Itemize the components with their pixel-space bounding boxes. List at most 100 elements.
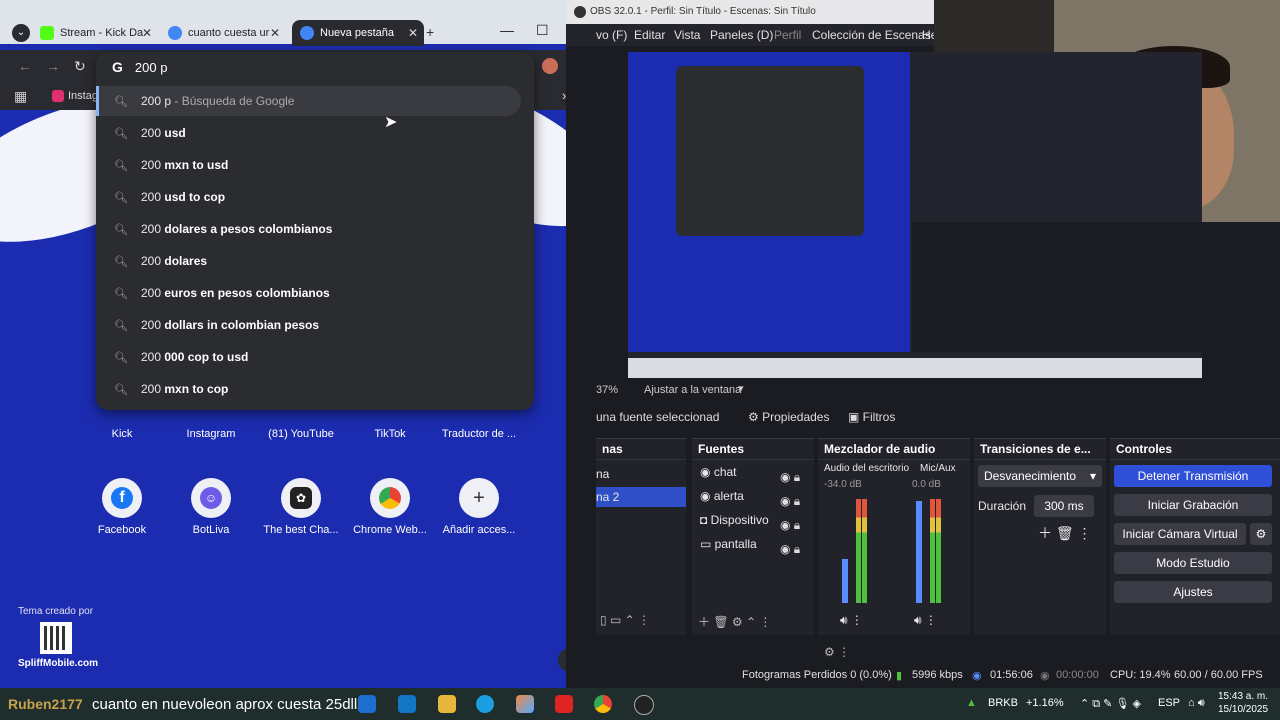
menu-view[interactable]: Vista <box>674 28 700 42</box>
chrome-icon[interactable] <box>594 695 612 713</box>
apps-grid-icon[interactable]: ▦ <box>14 88 27 105</box>
shortcut-label: BotLiva <box>192 524 230 536</box>
shortcut-add[interactable]: + Añadir acces... <box>434 478 524 536</box>
visibility-eye-icons[interactable]: ◉ 🔒︎ ◉ 🔒︎ ◉ 🔒︎ ◉ 🔒︎ <box>780 465 800 561</box>
shortcut-chrome-web-store[interactable]: Chrome Web... <box>345 478 435 536</box>
duration-value: 300 ms <box>1044 499 1084 513</box>
reload-icon[interactable]: ↻ <box>74 58 86 75</box>
clock-date[interactable]: 15/10/2025 <box>1218 704 1268 715</box>
mic-mute-icon[interactable]: 🔊︎ ⋮ <box>914 613 937 628</box>
tray-icons[interactable]: ⌃ ⧉ ✎ 🎙︎ ◈ <box>1080 697 1141 711</box>
fit-to-window[interactable]: Ajustar a la ventana <box>644 384 741 396</box>
tab-kick[interactable]: Stream - Kick Da ✕ <box>40 20 158 46</box>
app-icon[interactable] <box>358 695 376 713</box>
new-tab-plus-icon[interactable]: + <box>426 24 434 40</box>
suggestion-item[interactable]: 🔍︎ 200 mxn to usd <box>96 150 534 180</box>
network-volume-icons[interactable]: ⌂ 🔊︎ <box>1188 697 1205 710</box>
mic-volume-slider[interactable] <box>916 501 922 603</box>
duration-label: Duración <box>978 499 1027 513</box>
edge-icon[interactable] <box>476 695 494 713</box>
studio-mode-button[interactable]: Modo Estudio <box>1114 552 1272 574</box>
search-icon: 🔍︎ <box>114 287 128 300</box>
fps: 60.00 / 60.00 FPS <box>1174 669 1263 681</box>
obs-menubar: vo (F) Editar Vista Paneles (D) Perfil C… <box>566 24 937 46</box>
forward-icon[interactable]: → <box>46 58 60 74</box>
shortcut-chatgpt[interactable]: ✿ The best Cha... <box>256 478 346 536</box>
clock-time[interactable]: 15:43 a. m. <box>1218 691 1268 702</box>
suggestion-item[interactable]: 🔍︎ 200 dolares a pesos colombianos <box>96 214 534 244</box>
menu-profile[interactable]: Perfil <box>774 28 801 42</box>
suggestion-item[interactable]: 🔍︎ 200 p - Búsqueda de Google <box>96 86 521 116</box>
scene-toolbar-icons[interactable]: ▯ ▭ ⌃ ⋮ <box>600 613 650 627</box>
mixer-toolbar-icons[interactable]: ⚙ ⋮ <box>824 645 850 659</box>
mouse-cursor-icon: ➤ <box>384 114 398 131</box>
bookmark-instagram[interactable]: Instag <box>68 90 98 102</box>
controls-header: Controles <box>1110 439 1280 460</box>
obs-icon[interactable] <box>634 695 654 715</box>
suggestion-item[interactable]: 🔍︎ 200 euros en pesos colombianos <box>96 278 534 308</box>
properties-button[interactable]: ⚙ Propiedades <box>748 410 829 424</box>
suggestion-item[interactable]: 🔍︎ 200 usd <box>96 118 534 148</box>
duration-input[interactable]: 300 ms <box>1034 495 1094 517</box>
scene-item[interactable]: na <box>596 467 609 481</box>
source-item[interactable]: ◉ alerta <box>700 489 744 503</box>
tab-search-icon[interactable]: ⌄ <box>12 24 30 42</box>
menu-scene-collection[interactable]: Colección de Escenas <box>812 28 931 42</box>
virtual-camera-gear-icon[interactable]: ⚙ <box>1250 523 1272 545</box>
input-language[interactable]: ESP <box>1158 697 1180 709</box>
scene-item-selected[interactable]: na 2 <box>596 487 686 507</box>
tab-new-tab[interactable]: Nueva pestaña ✕ <box>292 20 424 46</box>
source-label: Dispositivo <box>710 513 769 527</box>
preview-obs <box>912 222 1202 352</box>
stock-ticker[interactable]: BRKB <box>988 697 1018 709</box>
menu-edit[interactable]: Editar <box>634 28 665 42</box>
shortcut-label: Añadir acces... <box>442 524 516 536</box>
filters-button[interactable]: ▣ Filtros <box>848 410 895 424</box>
desktop-volume-slider[interactable] <box>842 559 848 603</box>
suggestion-item[interactable]: 🔍︎ 200 dolares <box>96 246 534 276</box>
desktop-mute-icon[interactable]: 🔊︎ ⋮ <box>840 613 863 628</box>
youtube-icon[interactable] <box>555 695 573 713</box>
start-virtual-camera-button[interactable]: Iniciar Cámara Virtual <box>1114 523 1246 545</box>
suggestion-rest: usd to cop <box>164 190 226 204</box>
suggestion-rest: dolares a pesos colombianos <box>164 222 333 236</box>
stop-streaming-button[interactable]: Detener Transmisión <box>1114 465 1272 487</box>
transition-toolbar-icons[interactable]: ＋ 🗑︎ ⋮ <box>1038 523 1092 543</box>
theme-site-link[interactable]: SpliffMobile.com <box>18 658 98 669</box>
menu-docks[interactable]: Paneles (D) <box>710 28 773 42</box>
close-icon[interactable]: ✕ <box>408 26 418 40</box>
source-label: alerta <box>713 489 744 503</box>
source-item[interactable]: ◘ Dispositivo <box>700 513 769 527</box>
mixer-channel-mic: Mic/Aux <box>920 463 956 474</box>
minimize-icon[interactable]: — <box>500 22 514 38</box>
omnibox-input[interactable]: G 200 p <box>112 56 167 78</box>
outlook-icon[interactable] <box>398 695 416 713</box>
tab-google[interactable]: cuanto cuesta ur ✕ <box>168 20 286 46</box>
suggestion-text: 200 mxn to cop <box>141 382 228 396</box>
suggestion-item[interactable]: 🔍︎ 200 mxn to cop <box>96 374 534 404</box>
shortcut-facebook[interactable]: f Facebook <box>77 478 167 536</box>
source-toolbar-icons[interactable]: ＋ 🗑︎ ⚙ ⌃ ⋮ <box>698 613 771 630</box>
folder-icon[interactable] <box>438 695 456 713</box>
close-icon[interactable]: ✕ <box>142 26 152 40</box>
suggestion-text: 200 p - Búsqueda de Google <box>141 94 294 108</box>
audio-mixer-panel: Mezclador de audio Audio del escritorio … <box>818 438 970 659</box>
settings-button[interactable]: Ajustes <box>1114 581 1272 603</box>
maximize-icon[interactable]: ☐ <box>536 22 549 39</box>
shortcut-botliva[interactable]: ☺ BotLiva <box>166 478 256 536</box>
start-recording-button[interactable]: Iniciar Grabación <box>1114 494 1272 516</box>
obs-preview[interactable] <box>628 52 1202 378</box>
menu-file[interactable]: vo (F) <box>596 28 627 42</box>
profile-avatar[interactable] <box>542 58 558 74</box>
source-item[interactable]: ▭ pantalla <box>700 537 757 551</box>
suggestion-item[interactable]: 🔍︎ 200 dollars in colombian pesos <box>96 310 534 340</box>
close-icon[interactable]: ✕ <box>270 26 280 40</box>
copilot-icon[interactable] <box>516 695 534 713</box>
obs-window: OBS 32.0.1 - Perfil: Sin Título - Escena… <box>566 0 1280 688</box>
source-item[interactable]: ◉ chat <box>700 465 737 479</box>
transition-select[interactable]: Desvanecimiento ▾ <box>978 465 1102 487</box>
back-icon[interactable]: ← <box>18 58 32 74</box>
suggestion-item[interactable]: 🔍︎ 200 usd to cop <box>96 182 534 212</box>
chevron-down-icon[interactable]: ▾ <box>738 382 744 395</box>
suggestion-item[interactable]: 🔍︎ 200 000 cop to usd <box>96 342 534 372</box>
